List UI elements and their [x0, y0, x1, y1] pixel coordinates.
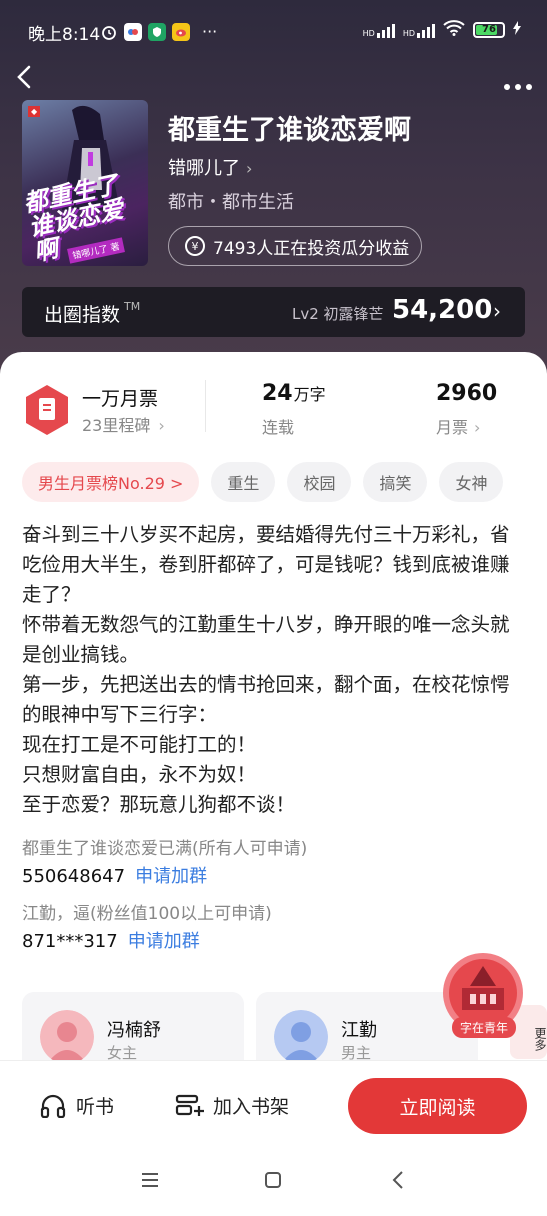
- character-name: 冯楠舒: [107, 1020, 161, 1041]
- author-name: 错哪儿了: [168, 158, 240, 179]
- monthly-ticket-link[interactable]: 月票 ›: [436, 414, 480, 438]
- tag-campus[interactable]: 校园: [287, 462, 352, 502]
- word-count: 24万字: [262, 381, 326, 406]
- tag-list: 男生月票榜No.29 > 重生 校园 搞笑 女神: [22, 462, 504, 502]
- apply-join-link[interactable]: 申请加群: [135, 866, 207, 887]
- group-number: 550648647: [22, 866, 126, 887]
- invest-pill[interactable]: ¥ 7493人正在投资瓜分收益: [168, 226, 422, 266]
- signal-hd-icon-2: HD: [403, 22, 435, 38]
- shelf-label: 加入书架: [213, 1096, 290, 1118]
- status-bar: 晚上8:14 ··· HD HD 76: [0, 0, 547, 62]
- read-now-button[interactable]: 立即阅读: [348, 1078, 527, 1134]
- signal-hd-icon: HD: [363, 22, 395, 38]
- alarm-icon: [100, 23, 118, 41]
- index-label: 出圈指数 TM: [44, 300, 141, 326]
- chevron-right-icon: ›: [158, 416, 165, 435]
- invest-text: 7493人正在投资瓜分收益: [213, 238, 410, 259]
- serial-status: 连载: [262, 418, 295, 437]
- battery-icon: 76: [473, 21, 505, 38]
- add-shelf-icon: [175, 1094, 204, 1116]
- ticket-milestone-title: 一万月票: [82, 388, 159, 410]
- chevron-right-icon: ›: [493, 299, 501, 323]
- monthly-ticket-count: 2960: [436, 381, 498, 406]
- more-options-icon[interactable]: [503, 68, 533, 98]
- headphones-icon: [40, 1094, 66, 1118]
- charging-icon: [513, 21, 521, 38]
- index-value: 54,200: [392, 295, 493, 325]
- tag-goddess[interactable]: 女神: [439, 462, 504, 502]
- status-notification-icons: ···: [100, 22, 217, 41]
- tag-rebirth[interactable]: 重生: [211, 462, 276, 502]
- status-time: 晚上8:14: [28, 25, 101, 45]
- tag-rank[interactable]: 男生月票榜No.29 >: [22, 462, 200, 502]
- female-avatar-icon: [40, 1010, 94, 1064]
- description-paragraph: 至于恋爱？那玩意儿狗都不谈！: [22, 793, 296, 816]
- shield-icon: [148, 22, 166, 41]
- description-paragraph: 现在打工是不可能打工的！: [22, 733, 257, 756]
- description-paragraph: 只想财富自由，永不为奴！: [22, 763, 257, 786]
- apply-join-link[interactable]: 申请加群: [128, 931, 200, 952]
- status-dots: ···: [202, 22, 218, 41]
- tag-comedy[interactable]: 搞笑: [363, 462, 428, 502]
- chevron-right-icon: ›: [246, 159, 253, 178]
- wifi-icon: [443, 20, 465, 39]
- home-icon[interactable]: [263, 1170, 283, 1196]
- description-paragraph: 怀带着无数怨气的江勤重生十八岁，睁开眼的唯一念头就是创业搞钱。: [22, 613, 510, 666]
- yen-icon: ¥: [185, 236, 205, 256]
- book-cover[interactable]: ◆ 都重生了谁谈恋爱啊 错哪儿了 著: [22, 100, 148, 266]
- book-author-link[interactable]: 错哪儿了 ›: [168, 154, 252, 180]
- group-number: 871***317: [22, 931, 118, 952]
- back-nav-icon[interactable]: [390, 1170, 406, 1196]
- app-notify-icon: [124, 22, 142, 41]
- group-number-row: 550648647 申请加群: [22, 862, 207, 888]
- status-system-icons: HD HD 76: [363, 20, 521, 39]
- index-level: Lv2 初露锋芒: [292, 305, 384, 323]
- group-label: 都重生了谁谈恋爱已满(所有人可申请): [22, 839, 308, 859]
- listen-label: 听书: [76, 1096, 115, 1118]
- back-icon[interactable]: [14, 64, 44, 94]
- add-to-shelf-button[interactable]: 加入书架: [175, 1092, 289, 1119]
- group-number-row: 871***317 申请加群: [22, 927, 200, 953]
- monthly-ticket-medal-icon: [26, 385, 68, 435]
- menu-icon[interactable]: [140, 1170, 160, 1195]
- group-label: 江勤，逼(粉丝值100以上可申请): [22, 904, 272, 924]
- description-paragraph: 奋斗到三十八岁买不起房，要结婚得先付三十万彩礼，省吃俭用大半生，卷到肝都碎了，可…: [22, 523, 510, 606]
- weibo-icon: [172, 22, 190, 41]
- book-description: 奋斗到三十八岁买不起房，要结婚得先付三十万彩礼，省吃俭用大半生，卷到肝都碎了，可…: [22, 520, 527, 820]
- book-genre: 都市・都市生活: [168, 192, 294, 213]
- chevron-right-icon: ›: [474, 418, 481, 437]
- book-title: 都重生了谁谈恋爱啊: [168, 115, 411, 146]
- badge-label[interactable]: 字在青年: [452, 1017, 517, 1038]
- male-avatar-icon: [274, 1010, 328, 1064]
- listen-button[interactable]: 听书: [40, 1092, 114, 1119]
- character-name: 江勤: [341, 1020, 377, 1041]
- description-paragraph: 第一步，先把送出去的情书抢回来，翻个面，在校花惊愕的眼神中写下三行字：: [22, 673, 510, 726]
- divider: [205, 380, 206, 432]
- ticket-milestone-link[interactable]: 23里程碑 ›: [82, 412, 165, 436]
- popularity-index-bar[interactable]: 出圈指数 TM Lv2 初露锋芒 54,200 ›: [22, 287, 525, 337]
